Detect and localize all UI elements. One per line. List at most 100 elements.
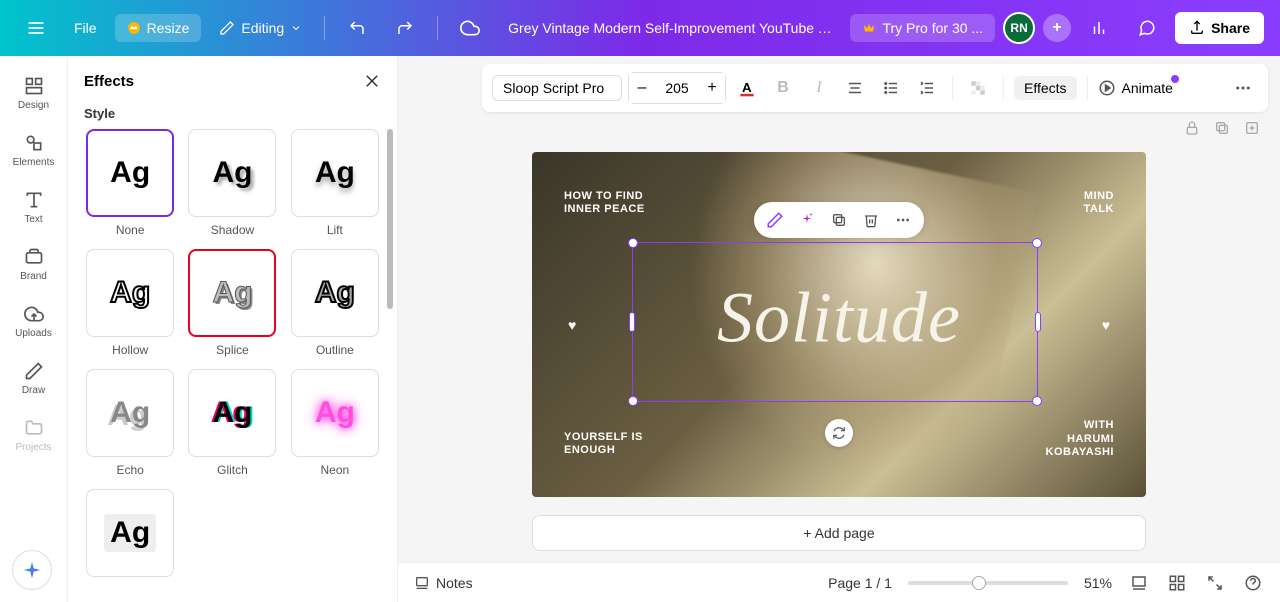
effect-shadow[interactable]: Ag: [188, 129, 276, 217]
share-button[interactable]: Share: [1175, 12, 1264, 44]
zoom-knob[interactable]: [972, 576, 986, 590]
effect-background[interactable]: Ag: [86, 489, 174, 577]
selection-handle-right[interactable]: [1035, 312, 1041, 332]
heart-icon-left[interactable]: ♥: [568, 317, 576, 333]
try-pro-label: Try Pro for 30 ...: [882, 20, 983, 36]
panel-title: Effects: [84, 73, 134, 90]
effects-button[interactable]: Effects: [1014, 76, 1077, 100]
redo-button[interactable]: [385, 8, 425, 48]
rail-draw[interactable]: Draw: [4, 353, 64, 402]
corner-text-bottom-left[interactable]: YOURSELF ISENOUGH: [564, 431, 643, 457]
panel-section-label: Style: [68, 106, 397, 129]
play-circle-icon: [1098, 79, 1116, 97]
add-collaborator-button[interactable]: +: [1043, 14, 1071, 42]
edit-icon[interactable]: [764, 209, 786, 231]
share-label: Share: [1211, 20, 1250, 36]
panel-scrollbar[interactable]: [387, 129, 393, 309]
heart-icon-right[interactable]: ♥: [1102, 317, 1110, 333]
shapes-icon: [22, 131, 46, 155]
fullscreen-icon[interactable]: [1204, 572, 1226, 594]
resize-button[interactable]: Resize: [115, 14, 202, 42]
floating-toolbar: +: [754, 202, 924, 238]
avatar[interactable]: RN: [1003, 12, 1035, 44]
notes-button[interactable]: Notes: [414, 575, 473, 591]
effect-glitch[interactable]: Ag: [188, 369, 276, 457]
copy-icon[interactable]: [828, 209, 850, 231]
canvas-page[interactable]: HOW TO FINDINNER PEACE MINDTALK YOURSELF…: [532, 152, 1146, 497]
svg-text:A: A: [742, 80, 752, 95]
editing-menu[interactable]: Editing: [209, 14, 312, 42]
effect-echo[interactable]: Ag: [86, 369, 174, 457]
selection-handle-bl[interactable]: [628, 396, 638, 406]
cloud-sync-icon[interactable]: [450, 8, 490, 48]
effect-outline[interactable]: Ag: [291, 249, 379, 337]
text-color-button[interactable]: A: [732, 73, 762, 103]
align-button[interactable]: [840, 73, 870, 103]
more-button[interactable]: [1228, 73, 1258, 103]
add-page-icon[interactable]: [1244, 120, 1260, 136]
zoom-value[interactable]: 51%: [1084, 575, 1112, 591]
grid-view-icon[interactable]: [1166, 572, 1188, 594]
trash-icon[interactable]: [860, 209, 882, 231]
text-icon: [22, 188, 46, 212]
document-title[interactable]: Grey Vintage Modern Self-Improvement You…: [498, 20, 842, 36]
magic-icon[interactable]: +: [796, 209, 818, 231]
selection-handle-left[interactable]: [629, 312, 635, 332]
spacing-button[interactable]: [912, 73, 942, 103]
font-size-plus[interactable]: +: [699, 73, 725, 103]
comments-button[interactable]: [1127, 8, 1167, 48]
rail-elements[interactable]: Elements: [4, 125, 64, 174]
transparency-button[interactable]: [963, 73, 993, 103]
duplicate-icon[interactable]: [1214, 120, 1230, 136]
effect-none[interactable]: Ag: [86, 129, 174, 217]
bold-button[interactable]: B: [768, 73, 798, 103]
undo-button[interactable]: [337, 8, 377, 48]
selection-handle-br[interactable]: [1032, 396, 1042, 406]
corner-text-top-right[interactable]: MINDTALK: [1083, 190, 1114, 216]
file-menu[interactable]: File: [64, 14, 107, 42]
try-pro-button[interactable]: Try Pro for 30 ...: [850, 14, 995, 42]
selection-handle-tl[interactable]: [628, 238, 638, 248]
help-icon[interactable]: [1242, 572, 1264, 594]
font-size-value[interactable]: 205: [655, 80, 699, 96]
font-selector[interactable]: Sloop Script Pro: [492, 75, 622, 101]
zoom-slider[interactable]: [908, 581, 1068, 585]
page-indicator: Page 1 / 1: [828, 575, 892, 591]
crown-icon: [862, 21, 876, 35]
font-size-minus[interactable]: –: [629, 73, 655, 103]
ai-assistant-button[interactable]: [12, 550, 52, 590]
upload-icon: [1189, 20, 1205, 36]
selection-handle-tr[interactable]: [1032, 238, 1042, 248]
close-panel-button[interactable]: [363, 72, 381, 90]
cloud-upload-icon: [22, 302, 46, 326]
list-button[interactable]: [876, 73, 906, 103]
svg-text:+: +: [809, 212, 813, 218]
selection-box[interactable]: [632, 242, 1038, 402]
rail-design[interactable]: Design: [4, 68, 64, 117]
chevron-down-icon: [290, 22, 302, 34]
notes-icon: [414, 575, 430, 591]
page-view-icon[interactable]: [1128, 572, 1150, 594]
font-size-stepper: – 205 +: [628, 72, 726, 104]
sync-badge[interactable]: [825, 419, 853, 447]
corner-text-top-left[interactable]: HOW TO FINDINNER PEACE: [564, 190, 645, 216]
rail-text[interactable]: Text: [4, 182, 64, 231]
animate-button[interactable]: Animate: [1098, 79, 1173, 97]
effect-lift[interactable]: Ag: [291, 129, 379, 217]
rail-brand[interactable]: Brand: [4, 239, 64, 288]
rail-projects[interactable]: Projects: [4, 410, 64, 459]
more-icon[interactable]: [892, 209, 914, 231]
effect-splice[interactable]: Ag: [188, 249, 276, 337]
footer-bar: Notes Page 1 / 1 51%: [398, 562, 1280, 602]
rail-uploads[interactable]: Uploads: [4, 296, 64, 345]
insights-button[interactable]: [1079, 8, 1119, 48]
menu-button[interactable]: [16, 8, 56, 48]
italic-button[interactable]: I: [804, 73, 834, 103]
folder-icon: [22, 416, 46, 440]
effect-hollow[interactable]: Ag: [86, 249, 174, 337]
add-page-button[interactable]: + Add page: [532, 515, 1146, 551]
resize-label: Resize: [147, 20, 190, 36]
corner-text-bottom-right[interactable]: WITHHARUMIKOBAYASHI: [1046, 419, 1115, 459]
lock-icon[interactable]: [1184, 120, 1200, 136]
effect-neon[interactable]: Ag: [291, 369, 379, 457]
